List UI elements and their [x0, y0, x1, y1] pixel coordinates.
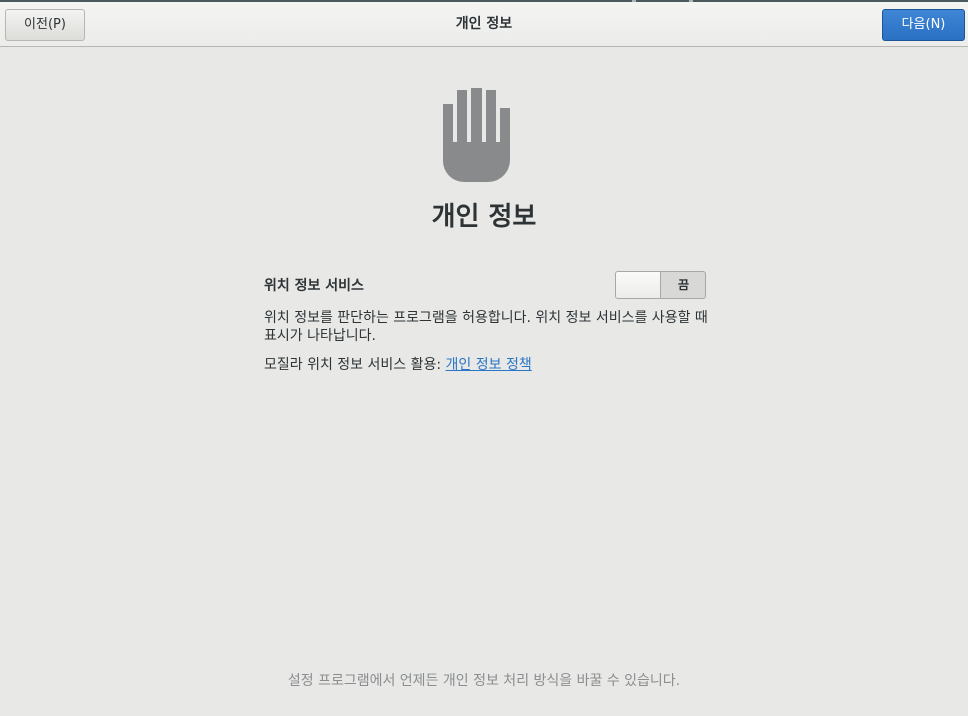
page-title: 개인 정보: [431, 202, 537, 232]
privacy-hand-icon: [443, 88, 510, 182]
footer-hint: 설정 프로그램에서 언제든 개인 정보 처리 방식을 바꿀 수 있습니다.: [287, 673, 681, 689]
next-button[interactable]: 다음(N): [882, 9, 965, 41]
switch-knob[interactable]: [616, 272, 661, 298]
privacy-policy-link[interactable]: 개인 정보 정책: [446, 357, 532, 373]
location-services-description: 위치 정보를 판단하는 프로그램을 허용합니다. 위치 정보 서비스를 사용할 …: [264, 310, 708, 344]
switch-state-label: 끔: [677, 278, 690, 292]
mozilla-location-line: 모질라 위치 정보 서비스 활용: 개인 정보 정책: [264, 354, 532, 374]
location-services-switch[interactable]: 끔: [615, 271, 706, 299]
location-services-label: 위치 정보 서비스: [264, 278, 364, 294]
header-bar: 이전(P) 개인 정보 다음(N): [0, 2, 968, 47]
header-title: 개인 정보: [455, 16, 513, 32]
mozilla-location-prefix: 모질라 위치 정보 서비스 활용:: [264, 357, 442, 373]
